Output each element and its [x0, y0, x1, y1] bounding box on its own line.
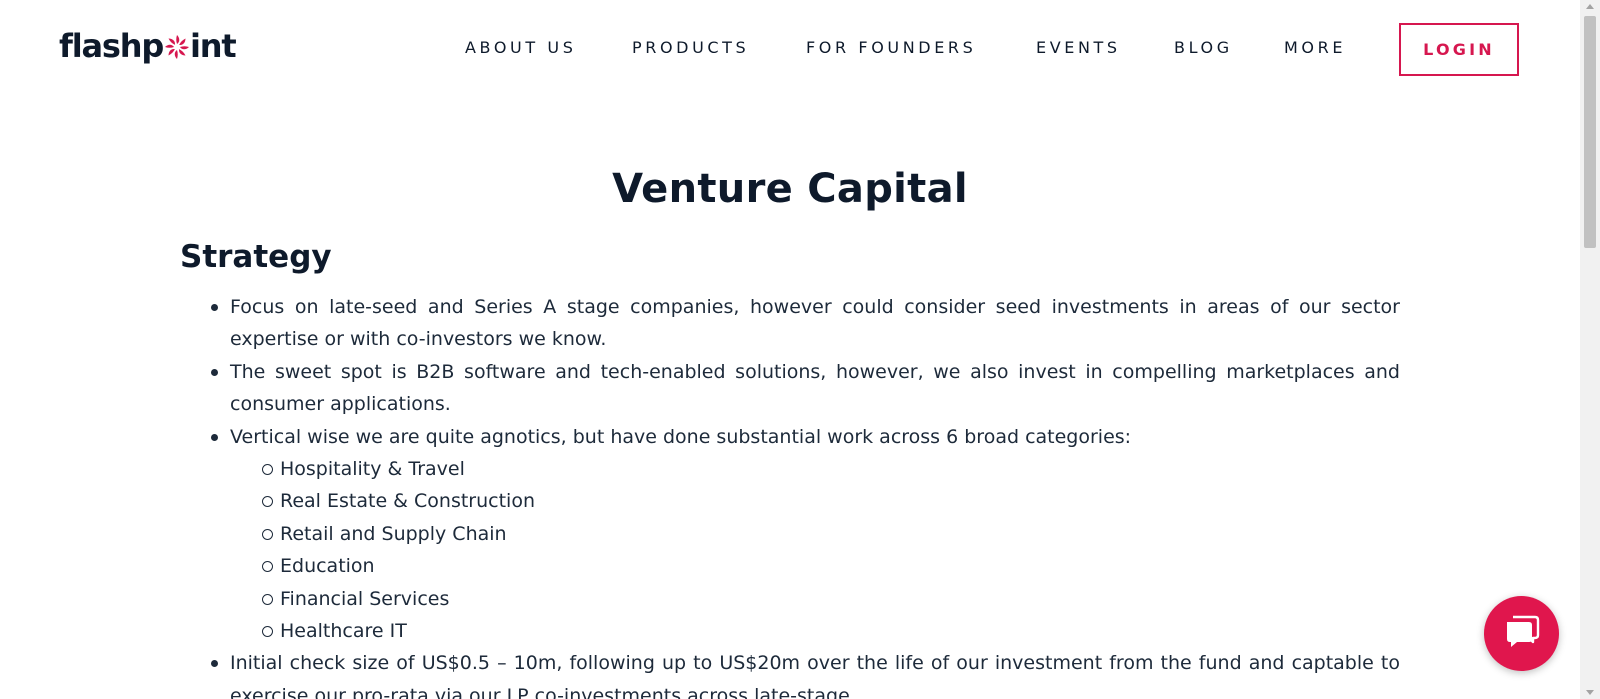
category-item: Real Estate & Construction [230, 485, 1400, 517]
logo-burst-icon [164, 30, 190, 59]
logo-text-end: int [190, 27, 237, 65]
page-scrollbar[interactable] [1580, 0, 1600, 699]
category-item: Hospitality & Travel [230, 453, 1400, 485]
scroll-up-arrow-icon[interactable] [1586, 4, 1594, 9]
chat-bubble-icon [1503, 613, 1541, 654]
flashpoint-logo[interactable]: flashp int [59, 27, 237, 67]
category-list: Hospitality & Travel Real Estate & Const… [230, 453, 1400, 647]
login-button[interactable]: LOGIN [1399, 23, 1519, 76]
chat-button[interactable] [1484, 596, 1559, 671]
logo-text-start: flashp [59, 27, 164, 65]
page-title: Venture Capital [612, 166, 968, 212]
strategy-list: Focus on late-seed and Series A stage co… [180, 291, 1400, 699]
nav-events[interactable]: EVENTS [1036, 38, 1121, 57]
category-item: Healthcare IT [230, 615, 1400, 647]
scroll-down-arrow-icon[interactable] [1586, 690, 1594, 695]
category-item: Education [230, 550, 1400, 582]
nav-for-founders[interactable]: FOR FOUNDERS [806, 38, 976, 57]
scroll-thumb[interactable] [1584, 16, 1596, 248]
nav-more[interactable]: MORE [1284, 38, 1346, 57]
section-title-strategy: Strategy [180, 239, 332, 275]
nav-products[interactable]: PRODUCTS [632, 38, 749, 57]
list-item: The sweet spot is B2B software and tech-… [180, 356, 1400, 421]
site-header: flashp int ABOUT US PRODUCTS FOR FOUNDER… [0, 0, 1580, 100]
category-item: Financial Services [230, 583, 1400, 615]
list-item: Initial check size of US$0.5 – 10m, foll… [180, 647, 1400, 699]
list-item: Focus on late-seed and Series A stage co… [180, 291, 1400, 356]
nav-blog[interactable]: BLOG [1174, 38, 1233, 57]
category-item: Retail and Supply Chain [230, 518, 1400, 550]
list-item: Vertical wise we are quite agnotics, but… [180, 421, 1400, 648]
nav-about-us[interactable]: ABOUT US [465, 38, 576, 57]
list-item-text: Vertical wise we are quite agnotics, but… [230, 425, 1132, 448]
strategy-content: Focus on late-seed and Series A stage co… [180, 291, 1400, 699]
